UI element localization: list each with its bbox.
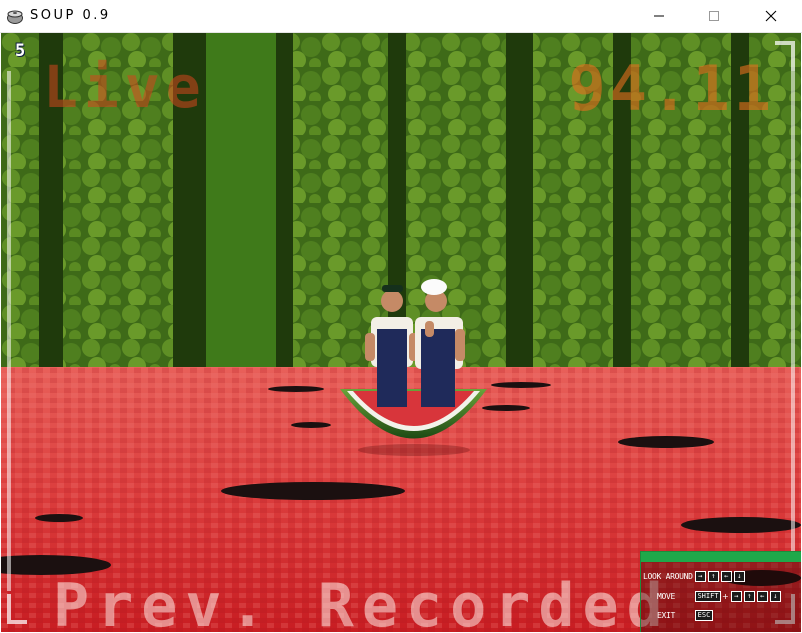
- game-viewport[interactable]: 5 Live 94.11 Prev. Recorded LOOK AROUND …: [1, 33, 801, 632]
- esc-key: ESC: [695, 609, 713, 621]
- window-titlebar: SOUP 0.9: [0, 0, 802, 33]
- exit-label: EXIT: [657, 610, 676, 620]
- control-move: MOVE SHIFT + → ↑ ← ↓: [657, 588, 781, 604]
- maximize-icon[interactable]: [691, 0, 737, 32]
- window-title: SOUP 0.9: [30, 8, 111, 23]
- soup-pot-icon: [6, 7, 24, 25]
- arrow-right-key: →: [730, 590, 742, 602]
- frame-counter: 5: [15, 41, 26, 61]
- plus-sign: +: [722, 591, 729, 601]
- frequency-readout: 94.11: [568, 52, 775, 125]
- arrow-down-key: ↓: [733, 570, 745, 582]
- arrow-down-key: ↓: [769, 590, 781, 602]
- controls-panel-bar: [641, 552, 801, 562]
- minimize-icon[interactable]: [636, 0, 682, 32]
- close-icon[interactable]: [748, 0, 794, 32]
- arrow-up-key: ↑: [707, 570, 719, 582]
- control-exit: EXIT ESC: [657, 607, 713, 623]
- control-look-around: LOOK AROUND → ↑ ← ↓: [643, 568, 745, 584]
- live-label: Live: [43, 53, 207, 121]
- arrow-left-key: ←: [756, 590, 768, 602]
- shift-key: SHIFT: [695, 590, 721, 602]
- controls-panel: LOOK AROUND → ↑ ← ↓ MOVE SHIFT + → ↑ ← ↓…: [640, 551, 801, 632]
- arrow-left-key: ←: [720, 570, 732, 582]
- look-around-label: LOOK AROUND: [643, 571, 693, 581]
- move-label: MOVE: [657, 591, 676, 601]
- arrow-up-key: ↑: [743, 590, 755, 602]
- arrow-right-key: →: [694, 570, 706, 582]
- status-prev-recorded: Prev. Recorded: [53, 571, 671, 632]
